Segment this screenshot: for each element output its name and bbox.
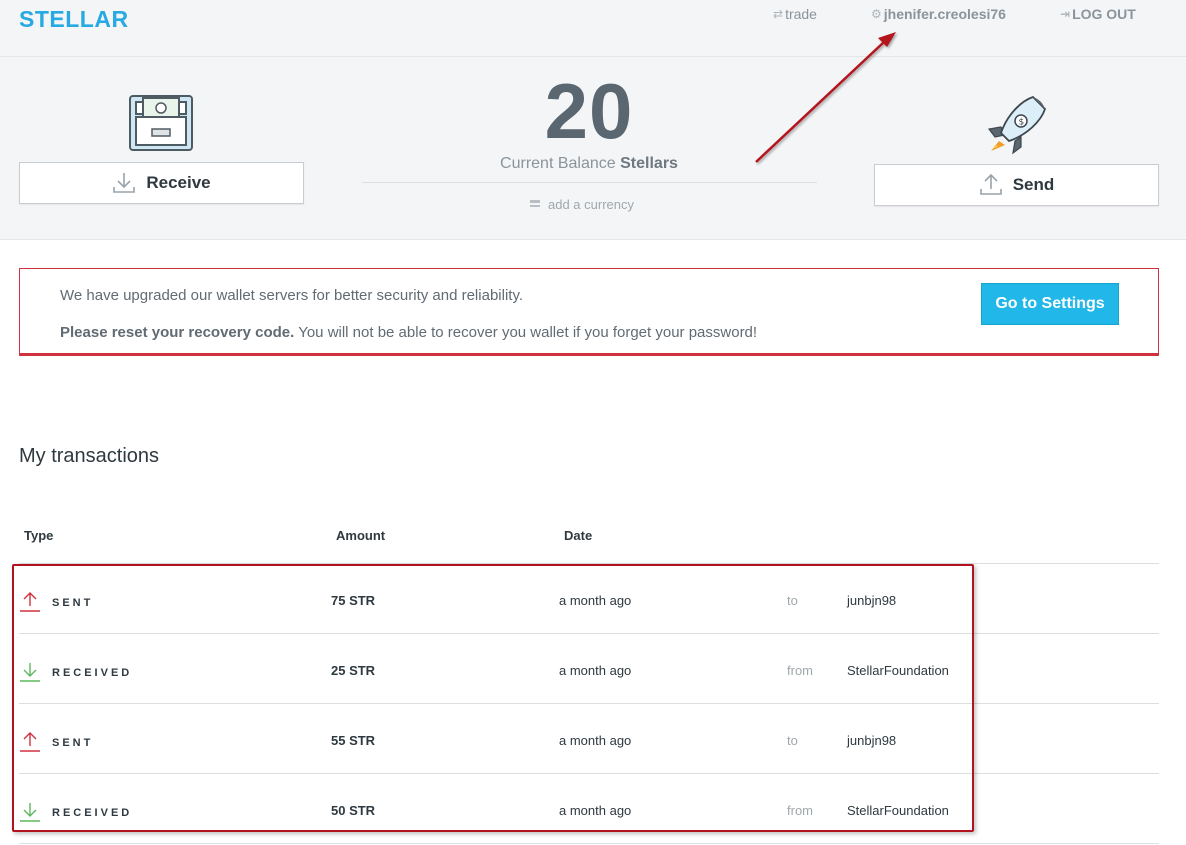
notice-line-2: Please reset your recovery code. You wil… <box>60 324 757 341</box>
balance-section: Receive 20 Current Balance Stellars add … <box>0 57 1186 240</box>
add-currency-label: add a currency <box>548 197 634 212</box>
safe-icon <box>129 95 193 151</box>
transaction-direction: from <box>787 663 813 678</box>
transaction-direction: to <box>787 593 798 608</box>
transaction-amount: 75 STR <box>331 593 376 608</box>
logout-link[interactable]: ⇥ LOG OUT <box>1060 6 1136 22</box>
transaction-date: a month ago <box>559 593 632 608</box>
nav-trade-label: trade <box>785 6 817 22</box>
rocket-icon: $ <box>987 95 1047 155</box>
exchange-icon: ⇄ <box>773 7 784 21</box>
notice-detail: You will not be able to recover you wall… <box>294 324 758 341</box>
column-header-amount: Amount <box>336 528 386 543</box>
column-header-type: Type <box>24 528 54 543</box>
transaction-direction: from <box>787 803 813 818</box>
top-bar: STELLAR ⇄ trade ⚙ jhenifer.creolesi76 ⇥ … <box>0 0 1186 57</box>
send-button[interactable]: Send <box>874 164 1159 206</box>
receive-button[interactable]: Receive <box>19 162 304 204</box>
transaction-amount: 55 STR <box>331 733 376 748</box>
transaction-direction: to <box>787 733 798 748</box>
transaction-amount: 50 STR <box>331 803 376 818</box>
table-row[interactable]: SENT 75 STR a month ago to junbjn98 <box>19 564 1159 634</box>
username-label: jhenifer.creolesi76 <box>883 6 1006 22</box>
sent-icon <box>20 732 40 752</box>
logout-label: LOG OUT <box>1072 6 1136 22</box>
svg-text:$: $ <box>1019 118 1025 128</box>
table-row[interactable]: RECEIVED 50 STR a month ago from Stellar… <box>19 774 1159 844</box>
notice-line-1: We have upgraded our wallet servers for … <box>60 287 524 304</box>
balance-divider <box>362 182 817 183</box>
go-to-settings-button[interactable]: Go to Settings <box>981 283 1119 325</box>
balance-amount: 20 <box>544 67 634 155</box>
logout-icon: ⇥ <box>1060 7 1071 21</box>
transaction-counterparty[interactable]: junbjn98 <box>847 593 896 608</box>
notice-emphasis: Please reset your recovery code. <box>60 324 295 341</box>
transaction-amount: 25 STR <box>331 663 376 678</box>
sent-icon <box>20 592 40 612</box>
gear-icon: ⚙ <box>871 7 882 21</box>
transaction-type: SENT <box>52 737 94 749</box>
transaction-date: a month ago <box>559 663 632 678</box>
transaction-counterparty[interactable]: junbjn98 <box>847 733 896 748</box>
transaction-type: RECEIVED <box>52 807 133 819</box>
transaction-counterparty[interactable]: StellarFoundation <box>847 663 949 678</box>
balance-label-prefix: Current Balance <box>500 155 616 172</box>
upload-icon <box>979 173 1002 195</box>
send-label: Send <box>1012 175 1055 194</box>
transaction-date: a month ago <box>559 733 632 748</box>
transactions-title: My transactions <box>19 445 160 467</box>
received-icon <box>20 803 40 822</box>
download-icon <box>113 173 136 193</box>
nav-trade[interactable]: ⇄ trade <box>773 6 817 22</box>
column-header-date: Date <box>564 528 593 543</box>
nav-user-settings[interactable]: ⚙ jhenifer.creolesi76 <box>871 6 1006 22</box>
table-row[interactable]: SENT 55 STR a month ago to junbjn98 <box>19 704 1159 774</box>
balance-unit: Stellars <box>620 155 678 172</box>
list-icon <box>530 200 540 209</box>
transaction-type: RECEIVED <box>52 667 133 679</box>
table-row[interactable]: RECEIVED 25 STR a month ago from Stellar… <box>19 634 1159 704</box>
stellar-logo[interactable]: STELLAR <box>19 6 129 33</box>
add-currency-link[interactable]: add a currency <box>530 197 634 212</box>
security-notice: We have upgraded our wallet servers for … <box>19 268 1159 356</box>
transaction-date: a month ago <box>559 803 632 818</box>
transaction-counterparty[interactable]: StellarFoundation <box>847 803 949 818</box>
transaction-type: SENT <box>52 597 94 609</box>
received-icon <box>20 663 40 682</box>
balance-label: Current Balance Stellars <box>360 155 818 173</box>
receive-label: Receive <box>146 173 211 192</box>
